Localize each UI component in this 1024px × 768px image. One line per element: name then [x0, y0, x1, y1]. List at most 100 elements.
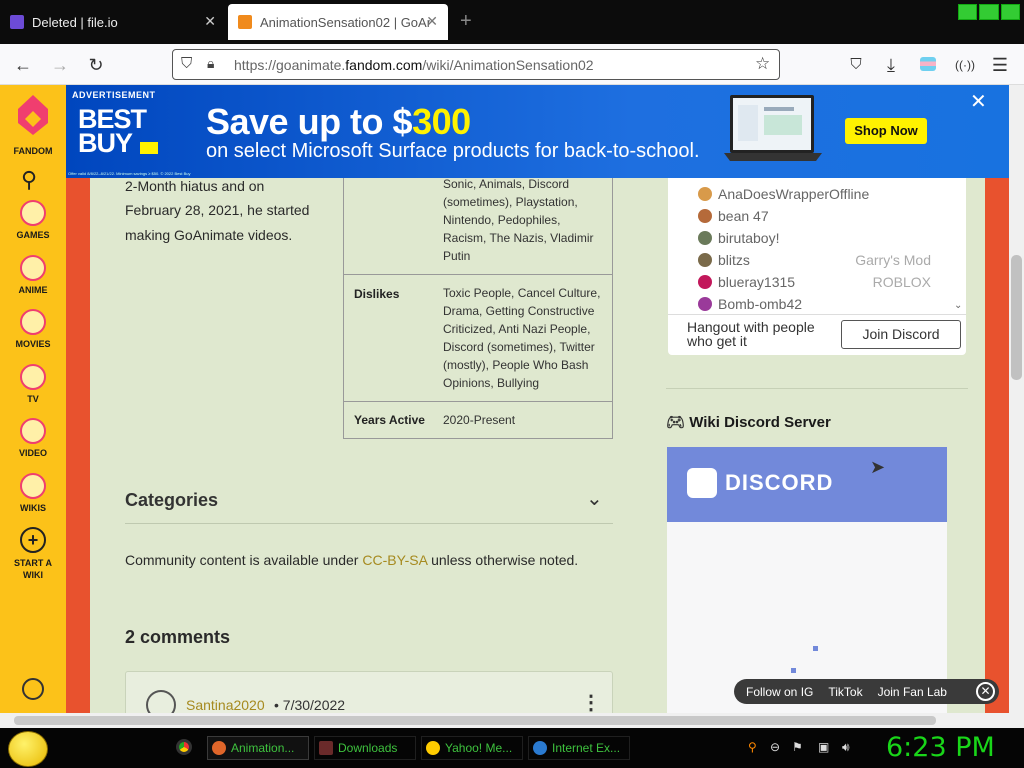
tv-icon	[20, 364, 46, 390]
discord-icon: 🎮︎	[666, 414, 690, 431]
more-options-icon[interactable]: ⋮	[581, 690, 601, 715]
hangout-text: Hangout with people who get it	[687, 319, 815, 349]
comments-count: 2 comments	[125, 627, 231, 647]
new-tab-plus-icon[interactable]: +	[460, 10, 472, 33]
bestbuy-tag-icon	[140, 142, 158, 154]
close-tab-icon[interactable]: ✕	[426, 13, 438, 30]
menu-hamburger-icon[interactable]: ☰	[987, 52, 1013, 78]
reload-icon[interactable]: ↻	[83, 52, 109, 78]
categories-heading[interactable]: Categories	[125, 490, 218, 511]
member-avatar-icon	[698, 253, 712, 267]
vertical-scrollbar-thumb[interactable]	[1011, 255, 1022, 380]
tray-icon[interactable]: ⊖	[770, 740, 784, 754]
advertisement-banner[interactable]: ADVERTISEMENT BEST BUY Save up to $300 on…	[66, 85, 1009, 178]
tab-animationsensation[interactable]: AnimationSensation02 | GoAnim ✕	[228, 4, 448, 40]
infobox-row-dislikes: Dislikes Toxic People, Cancel Culture, D…	[344, 274, 612, 401]
search-tray-icon[interactable]: ⚲	[748, 740, 762, 754]
fileio-icon	[10, 15, 24, 29]
extension-icon[interactable]: ((·))	[952, 52, 978, 78]
taskbar-item-yahoo[interactable]: Yahoo! Me...	[421, 736, 523, 760]
download-icon[interactable]: ⤓	[878, 52, 904, 78]
taskbar-item-downloads[interactable]: Downloads	[314, 736, 416, 760]
years-active-value: 2020-Present	[443, 413, 516, 427]
dislikes-value: Toxic People, Cancel Culture, Drama, Get…	[443, 286, 601, 390]
infobox-row-years-active: Years Active 2020-Present	[344, 401, 612, 438]
scroll-down-icon[interactable]: ⌄	[954, 300, 962, 311]
ad-subline: on select Microsoft Surface products for…	[206, 140, 700, 162]
start-smiley-icon[interactable]	[8, 731, 48, 767]
ad-headline: Save up to $300	[206, 101, 471, 142]
comment-username[interactable]: Santina2020	[186, 697, 265, 713]
nav-tv[interactable]: TV	[0, 364, 66, 404]
browser-tab-bar: Deleted | file.io ✕ AnimationSensation02…	[0, 0, 1024, 44]
nav-start-a-wiki[interactable]: + START A WIKI	[0, 527, 66, 581]
taskbar-item-firefox[interactable]: Animation...	[207, 736, 309, 760]
member-list-item[interactable]: bean 47	[698, 208, 769, 224]
shield-icon[interactable]: ⛉	[181, 55, 192, 72]
member-avatar-icon	[698, 187, 712, 201]
yahoo-smiley-icon	[426, 741, 440, 755]
article-text-line: February 28, 2021, he started	[125, 202, 310, 218]
network-tray-icon[interactable]: ▣	[818, 740, 832, 754]
forward-arrow-icon[interactable]: →	[47, 52, 73, 78]
tiktok-link[interactable]: TikTok	[828, 685, 862, 699]
likes-value: Sonic, Animals, Discord (sometimes), Pla…	[443, 177, 594, 263]
close-tab-icon[interactable]: ✕	[204, 13, 216, 30]
back-arrow-icon[interactable]: ←	[10, 52, 36, 78]
license-notice: Community content is available under CC-…	[125, 552, 579, 568]
nav-video[interactable]: VIDEO	[0, 418, 66, 458]
join-discord-button[interactable]: Join Discord	[841, 320, 961, 349]
nav-games[interactable]: GAMES	[0, 200, 66, 240]
member-list-item[interactable]: Bomb-omb42	[698, 296, 802, 312]
join-fan-lab-link[interactable]: Join Fan Lab	[878, 685, 947, 699]
taskbar-clock[interactable]: 6:23 PM	[886, 732, 995, 763]
loading-dot	[813, 646, 818, 651]
close-ad-icon[interactable]: ✕	[970, 89, 987, 114]
member-list-item[interactable]: birutaboy!	[698, 230, 779, 246]
user-avatar-icon[interactable]	[22, 678, 44, 700]
volume-icon[interactable]: 🔊︎	[842, 740, 856, 754]
extension-flag-icon[interactable]	[920, 57, 936, 71]
pocket-icon[interactable]: ⛉	[843, 52, 869, 78]
divider	[666, 388, 968, 389]
character-infobox: Sonic, Animals, Discord (sometimes), Pla…	[343, 177, 613, 439]
chevron-down-icon[interactable]: ⌄	[586, 486, 603, 511]
internet-explorer-icon	[533, 741, 547, 755]
surface-laptop-image	[724, 95, 822, 161]
flag-tray-icon[interactable]: ⚑	[792, 740, 806, 754]
shop-now-button[interactable]: Shop Now	[845, 118, 927, 144]
bookmark-star-icon[interactable]: ☆	[755, 54, 770, 74]
comment-date: • 7/30/2022	[274, 697, 346, 713]
window-controls[interactable]	[958, 4, 1020, 20]
browser-nav-bar: ← → ↻ ⛉ 🔒︎ https://goanimate.fandom.com/…	[0, 44, 1024, 85]
url-bar[interactable]: ⛉ 🔒︎ https://goanimate.fandom.com/wiki/A…	[172, 49, 780, 80]
chrome-icon[interactable]	[176, 739, 192, 755]
member-list-item[interactable]: AnaDoesWrapperOffline	[698, 186, 869, 202]
nav-movies[interactable]: MOVIES	[0, 309, 66, 349]
lock-icon[interactable]: 🔒︎	[207, 55, 214, 72]
taskbar-item-ie[interactable]: Internet Ex...	[528, 736, 630, 760]
search-icon[interactable]: ⚲	[21, 167, 37, 193]
bestbuy-logo: BEST BUY	[78, 104, 147, 158]
article-text-line: making GoAnimate videos.	[125, 227, 293, 243]
member-list-item[interactable]: blitzs	[698, 252, 750, 268]
member-avatar-icon	[698, 275, 712, 289]
page-border-right	[985, 178, 1009, 713]
url-text[interactable]: https://goanimate.fandom.com/wiki/Animat…	[234, 57, 594, 73]
vertical-scrollbar[interactable]	[1009, 85, 1024, 713]
member-list-item[interactable]: blueray1315	[698, 274, 795, 290]
anime-face-icon	[20, 255, 46, 281]
fandom-logo-icon[interactable]	[14, 93, 52, 137]
fandom-brand-label[interactable]: FANDOM	[0, 146, 66, 156]
tab-deleted-fileio[interactable]: Deleted | file.io ✕	[0, 4, 226, 40]
plus-circle-icon: +	[20, 527, 46, 553]
follow-on-ig-link[interactable]: Follow on IG	[746, 685, 813, 699]
close-social-bar-icon[interactable]: ✕	[976, 682, 995, 701]
tab-title: AnimationSensation02 | GoAnim	[260, 14, 430, 30]
nav-wikis[interactable]: WIKIS	[0, 473, 66, 513]
cc-by-sa-link[interactable]: CC-BY-SA	[362, 552, 427, 568]
article-text-line: 2-Month hiatus and on	[125, 178, 265, 194]
nav-anime[interactable]: ANIME	[0, 255, 66, 295]
member-avatar-icon	[698, 231, 712, 245]
horizontal-scrollbar-thumb[interactable]	[14, 716, 936, 725]
